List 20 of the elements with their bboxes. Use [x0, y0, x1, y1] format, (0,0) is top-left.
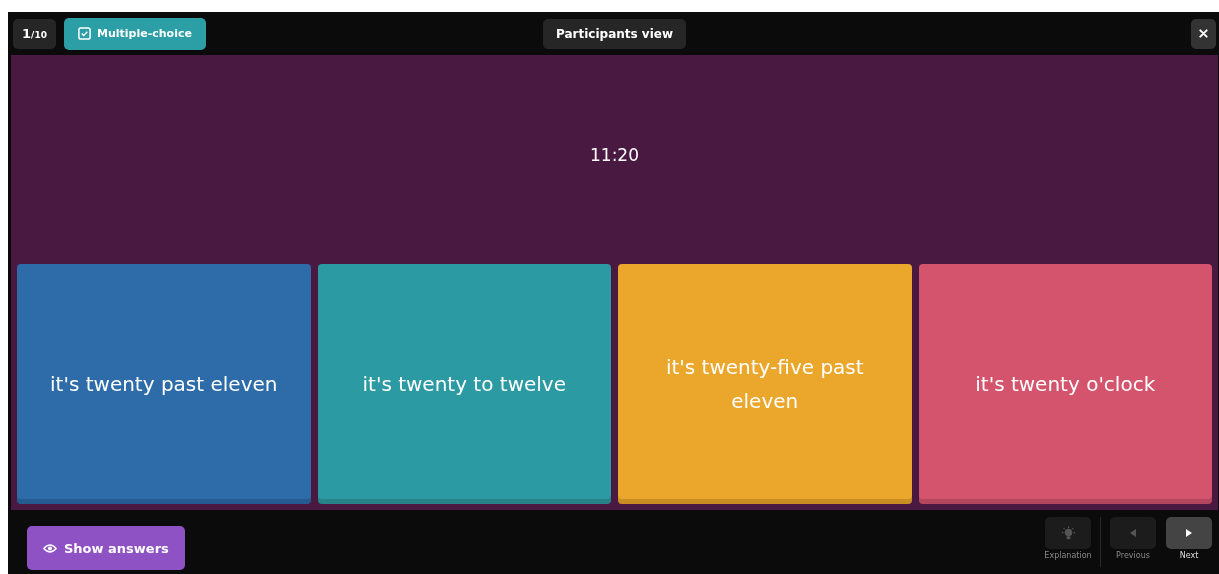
- answer-card[interactable]: it's twenty to twelve: [317, 264, 611, 504]
- show-answers-button[interactable]: Show answers: [27, 526, 185, 570]
- close-button[interactable]: [1191, 18, 1216, 49]
- participants-view-button[interactable]: Participants view: [543, 18, 686, 49]
- checkbox-icon: [78, 27, 91, 40]
- nav-label: Explanation: [1044, 551, 1092, 560]
- lightbulb-icon: [1060, 525, 1076, 541]
- left-triangle-icon: [1128, 528, 1138, 538]
- nav-label: Previous: [1116, 551, 1150, 560]
- close-icon: [1199, 29, 1208, 38]
- nav-label: Next: [1179, 551, 1199, 560]
- next-button[interactable]: [1166, 517, 1212, 549]
- question-text: 11:20: [590, 144, 639, 165]
- answer-card[interactable]: it's twenty past eleven: [17, 264, 311, 504]
- question-counter: 1/10: [13, 18, 56, 49]
- answer-card[interactable]: it's twenty o'clock: [918, 264, 1212, 504]
- eye-icon: [43, 542, 57, 554]
- answer-card[interactable]: it's twenty-five past eleven: [618, 264, 912, 504]
- question-type-button[interactable]: Multiple-choice: [64, 17, 206, 50]
- right-triangle-icon: [1184, 528, 1194, 538]
